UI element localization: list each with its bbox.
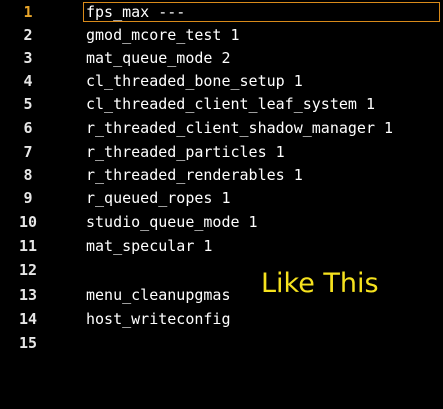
editor-line[interactable]: 5 cl_threaded_client_leaf_system 1 [0,93,443,116]
line-number: 5 [23,95,33,113]
editor-line[interactable]: 15 [0,332,443,355]
editor-line[interactable]: 7 r_threaded_particles 1 [0,141,443,164]
line-text[interactable]: menu_cleanupgmas [86,284,231,307]
line-number: 6 [23,119,33,137]
line-text[interactable]: fps_max --- [86,1,185,24]
line-number: 4 [23,72,33,90]
line-text[interactable]: r_threaded_renderables 1 [86,164,303,187]
line-number: 7 [23,143,33,161]
line-number: 14 [18,310,38,328]
line-number: 10 [18,213,38,231]
line-number: 11 [18,237,38,255]
line-number: 12 [18,261,38,279]
annotation-text: Like This [261,268,379,299]
line-text[interactable]: mat_specular 1 [86,235,212,258]
line-number: 9 [23,189,33,207]
line-text[interactable]: cl_threaded_client_leaf_system 1 [86,93,375,116]
editor-line[interactable]: 9 r_queued_ropes 1 [0,187,443,210]
line-text[interactable]: r_threaded_client_shadow_manager 1 [86,117,393,140]
line-number: 15 [18,334,38,352]
line-number: 3 [23,49,33,67]
editor-line[interactable]: 8 r_threaded_renderables 1 [0,164,443,187]
line-number: 2 [23,26,33,44]
editor-line[interactable]: 11 mat_specular 1 [0,235,443,258]
line-text[interactable]: studio_queue_mode 1 [86,211,258,234]
editor-line[interactable]: 10 studio_queue_mode 1 [0,211,443,234]
editor-line[interactable]: 14 host_writeconfig [0,308,443,331]
code-editor[interactable]: 1 fps_max --- 2 gmod_mcore_test 1 3 mat_… [0,0,443,409]
line-text[interactable]: r_queued_ropes 1 [86,187,231,210]
line-text[interactable]: mat_queue_mode 2 [86,47,231,70]
line-text[interactable]: gmod_mcore_test 1 [86,24,240,47]
editor-line[interactable]: 4 cl_threaded_bone_setup 1 [0,70,443,93]
line-number: 8 [23,166,33,184]
line-text[interactable]: host_writeconfig [86,308,231,331]
line-number: 13 [18,286,38,304]
editor-line[interactable]: 1 fps_max --- [0,1,443,24]
line-text[interactable]: cl_threaded_bone_setup 1 [86,70,303,93]
line-number: 1 [23,3,33,21]
editor-line[interactable]: 6 r_threaded_client_shadow_manager 1 [0,117,443,140]
line-text[interactable]: r_threaded_particles 1 [86,141,285,164]
editor-line[interactable]: 3 mat_queue_mode 2 [0,47,443,70]
editor-line[interactable]: 2 gmod_mcore_test 1 [0,24,443,47]
